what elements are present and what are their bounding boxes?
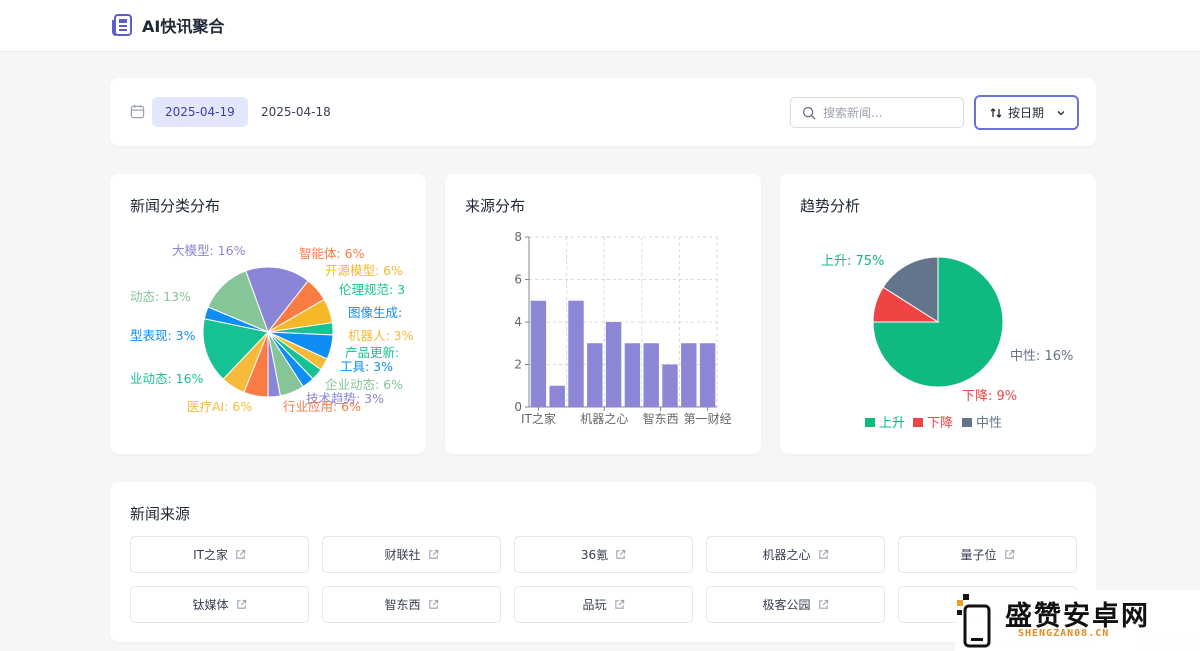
source-link-label: 智东西 [384, 598, 421, 612]
source-bar-chart: 02468IT之家 机器之心 智东西 第一财经 [514, 230, 732, 426]
category-label-6: 产品更新: [345, 345, 399, 360]
external-link-icon [236, 549, 246, 559]
legend-swatch-1 [913, 418, 923, 427]
top-bar: AI快讯聚合 [0, 0, 1200, 52]
source-link-3[interactable]: 机器之心 [706, 536, 885, 573]
search-input[interactable] [823, 104, 957, 122]
brand[interactable]: AI快讯聚合 [110, 13, 224, 37]
category-label-5: 机器人: 3% [348, 328, 414, 343]
legend-label-2: 中性 [976, 416, 1002, 431]
x-tick-label-2: 智东西 [643, 411, 679, 426]
source-link-label: 财联社 [384, 548, 421, 562]
external-link-icon [616, 549, 626, 559]
filter-bar: 2025-04-19 2025-04-18 按日期 [110, 78, 1096, 146]
y-tick-label-2: 4 [514, 315, 522, 329]
source-chart-card: 来源分布 0 2 4 6 8 IT之家 机器之心 智东西 第一财经 [445, 174, 761, 454]
source-link-4[interactable]: 量子位 [898, 536, 1077, 573]
source-link-label: IT之家 [193, 548, 228, 562]
source-link-label: 量子位 [960, 548, 997, 562]
category-label-14: 动态: 13% [130, 289, 191, 304]
source-link-6[interactable]: 智东西 [322, 586, 501, 623]
source-link-0[interactable]: IT之家 [130, 536, 309, 573]
watermark-sub: SHENGZAN08.CN [1018, 628, 1110, 639]
trend-legend-item-0[interactable]: 上升 [865, 416, 905, 431]
source-bar-4[interactable] [605, 322, 622, 407]
trend-legend-item-1[interactable]: 下降 [913, 416, 953, 431]
search-box[interactable] [790, 97, 964, 128]
trend-pie-chart: 上升: 75% 下降: 9% 中性: 16% 上升 下降 中性 [821, 254, 1073, 431]
category-label-11: 医疗AI: 6% [187, 399, 252, 414]
category-chart-card: 新闻分类分布 大模型: 16% 智能体: 6% 开源模型: 6% 伦理规范: 3 图像生… [110, 174, 426, 454]
external-link-icon [818, 549, 828, 559]
category-label-0: 大模型: 16% [172, 243, 246, 258]
category-label-2: 开源模型: 6% [325, 263, 403, 278]
source-link-label: 36氪 [580, 548, 609, 562]
external-link-icon [614, 599, 624, 609]
date-chip-2025-04-19[interactable]: 2025-04-19 [152, 97, 248, 127]
source-link-label: 极客公园 [762, 598, 811, 612]
category-label-12: 业动态: 16% [130, 371, 204, 386]
source-link-8[interactable]: 极客公园 [706, 586, 885, 623]
y-tick-label-3: 6 [514, 273, 522, 287]
trend-legend-item-2[interactable]: 中性 [962, 416, 1002, 431]
source-bar-3[interactable] [587, 343, 603, 407]
calendar-icon [130, 104, 145, 119]
source-bar-5[interactable] [624, 343, 641, 407]
date-chip-2025-04-18[interactable]: 2025-04-18 [248, 97, 344, 127]
trend-chart-card: 趋势分析 上升: 75% 下降: 9% 中性: 16% 上升 下降 中性 [780, 174, 1096, 454]
source-bar-2[interactable] [568, 300, 584, 407]
category-label-8: 企业动态: 6% [325, 377, 403, 392]
external-link-icon [1004, 549, 1014, 559]
external-link-icon [818, 599, 828, 609]
source-bar-6[interactable] [643, 343, 659, 407]
source-bar-9[interactable] [699, 343, 716, 407]
legend-swatch-2 [962, 418, 972, 427]
source-link-label: 钛媒体 [192, 598, 229, 612]
y-tick-label-4: 8 [514, 230, 522, 244]
source-link-1[interactable]: 财联社 [322, 536, 501, 573]
category-label-7: 工具: 3% [340, 359, 393, 374]
category-label-1: 智能体: 6% [299, 246, 365, 261]
category-label-3: 伦理规范: 3 [339, 282, 405, 297]
external-link-icon [428, 549, 438, 559]
legend-label-0: 上升 [879, 416, 905, 431]
app-title: AI快讯聚合 [142, 17, 225, 36]
trend-label-0: 上升: 75% [821, 254, 884, 269]
trend-label-2: 中性: 16% [1010, 349, 1073, 364]
watermark: 盛赞安卓网 SHENGZAN08.CN [955, 590, 1200, 651]
legend-label-1: 下降 [927, 416, 953, 431]
search-icon [802, 106, 816, 120]
source-link-7[interactable]: 品玩 [514, 586, 693, 623]
category-label-4: 图像生成: [348, 305, 402, 320]
x-tick-label-3: 第一财经 [684, 412, 732, 426]
source-link-label: 品玩 [582, 598, 607, 612]
external-link-icon [428, 599, 438, 609]
category-label-10: 行业应用: 6% [283, 399, 361, 414]
source-link-2[interactable]: 36氪 [514, 536, 693, 573]
x-tick-label-0: IT之家 [521, 411, 556, 426]
sort-label: 按日期 [1008, 106, 1045, 120]
source-link-5[interactable]: 钛媒体 [130, 586, 309, 623]
y-tick-label-1: 2 [514, 358, 522, 372]
sources-title: 新闻来源 [130, 505, 191, 523]
category-label-13: 型表现: 3% [130, 328, 196, 343]
phone-logo-icon [957, 594, 991, 648]
source-bar-0[interactable] [530, 300, 547, 407]
sort-arrows-icon [990, 107, 1002, 118]
source-link-label: 机器之心 [762, 548, 811, 562]
legend-swatch-0 [865, 418, 875, 427]
trend-label-1: 下降: 9% [962, 389, 1017, 404]
source-bar-8[interactable] [681, 343, 697, 407]
x-tick-label-1: 机器之心 [580, 412, 628, 426]
category-pie-chart: 大模型: 16% 智能体: 6% 开源模型: 6% 伦理规范: 3 图像生成: 机器人: … [130, 243, 414, 414]
source-bar-1[interactable] [549, 385, 565, 407]
chevron-down-icon [1057, 110, 1065, 115]
newspaper-icon [112, 14, 132, 36]
external-link-icon [236, 599, 246, 609]
source-bar-7[interactable] [662, 364, 678, 408]
sort-dropdown[interactable]: 按日期 [974, 95, 1079, 130]
news-sources-card: 新闻来源 IT之家 财联社 36氪 机器之心 量子位钛媒体 智东西 品玩 极客公园 [110, 482, 1096, 642]
